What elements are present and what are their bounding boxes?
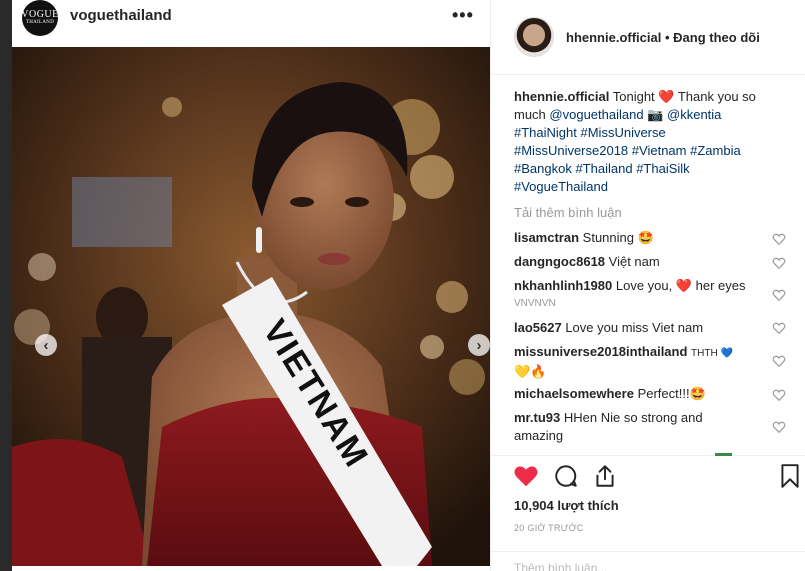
comment-username[interactable]: lao5627 <box>514 320 562 335</box>
post-caption: hhennie.official Tonight ❤️ Thank you so… <box>514 88 784 196</box>
hashtag-link[interactable]: #Bangkok <box>514 161 572 176</box>
hashtag-link[interactable]: #Thailand <box>575 161 632 176</box>
comment-item: lao5627 Love you miss Viet nam <box>514 319 774 337</box>
heart-emoji: ❤️ <box>658 89 675 104</box>
comment-subtext: VNVNVN <box>514 298 556 309</box>
comment-item: missuniverse2018inthailand THTH 💙 💛🔥 <box>514 343 774 379</box>
comment-text: Love you, ❤️ her eyes <box>615 278 746 293</box>
hashtag-link[interactable]: #ThaiNight <box>514 125 577 140</box>
comment-item: dangngoc8618 Việt nam <box>514 253 774 271</box>
comment-username[interactable]: mr.tu93 <box>514 410 560 425</box>
comment-username[interactable]: missuniverse2018inthailand <box>514 344 687 359</box>
comment-box-divider <box>491 551 805 552</box>
next-photo-button[interactable]: › <box>468 334 490 356</box>
hashtag-link[interactable]: #MissUniverse <box>581 125 666 140</box>
hashtag-link[interactable]: #ThaiSilk <box>636 161 689 176</box>
comment-bubble-icon[interactable] <box>553 463 579 489</box>
comment-item: michaelsomewhere Perfect!!!🤩 <box>514 385 774 403</box>
hashtag-link[interactable]: #Zambia <box>690 143 741 158</box>
heart-filled-icon[interactable] <box>513 463 539 489</box>
hashtag-link[interactable]: #Vietnam <box>632 143 687 158</box>
heart-outline-icon[interactable] <box>772 420 786 434</box>
add-comment-input[interactable]: Thêm bình luận... <box>514 561 607 571</box>
side-header-user-line: hhennie.official • Đang theo dõi <box>566 30 760 45</box>
comment-username[interactable]: michaelsomewhere <box>514 386 634 401</box>
post-photo[interactable]: VIETNAM ‹ › <box>12 47 490 566</box>
post-side-panel: hhennie.official • Đang theo dõi hhennie… <box>491 0 805 571</box>
comment-text: Perfect!!!🤩 <box>637 386 706 401</box>
likes-count[interactable]: 10,904 lượt thích <box>514 498 619 513</box>
profile-username[interactable]: hhennie.official <box>566 30 661 45</box>
post-header: VOGUE THAILAND voguethailand ••• <box>12 0 490 40</box>
heart-outline-icon[interactable] <box>772 321 786 335</box>
heart-outline-icon[interactable] <box>772 256 786 270</box>
camera-emoji: 📷 <box>647 107 664 122</box>
mention-link[interactable]: @kkentia <box>667 107 721 122</box>
avatar-logo-text: VOGUE <box>21 9 59 20</box>
comment-username[interactable]: dangngoc8618 <box>514 254 605 269</box>
caption-text: Tonight <box>612 89 655 104</box>
load-more-comments-button[interactable]: Tải thêm bình luận <box>514 205 622 220</box>
avatar-logo-subtext: THAILAND <box>25 20 55 25</box>
separator-dot: • <box>664 30 670 45</box>
background-edge <box>0 0 12 571</box>
actions-divider <box>491 455 805 456</box>
profile-avatar[interactable] <box>514 17 554 57</box>
comment-text: THTH 💙 <box>691 348 733 359</box>
mention-link[interactable]: @voguethailand <box>549 107 643 122</box>
bookmark-icon[interactable] <box>777 463 803 489</box>
vogue-avatar[interactable]: VOGUE THAILAND <box>21 0 59 36</box>
hashtag-link[interactable]: #VogueThailand <box>514 179 608 194</box>
previous-photo-button[interactable]: ‹ <box>35 334 57 356</box>
photo-illustration: VIETNAM <box>12 47 490 566</box>
heart-outline-icon[interactable] <box>772 232 786 246</box>
comment-username[interactable]: lisamctran <box>514 230 579 245</box>
following-button[interactable]: Đang theo dõi <box>673 30 760 45</box>
heart-outline-icon[interactable] <box>772 388 786 402</box>
scroll-indicator <box>715 453 732 456</box>
post-timestamp: 20 GIỜ TRƯỚC <box>514 523 584 533</box>
comment-text: Việt nam <box>608 254 660 269</box>
side-header: hhennie.official • Đang theo dõi <box>491 0 805 75</box>
comment-item: mr.tu93 HHen Nie so strong and amazing <box>514 409 734 445</box>
heart-outline-icon[interactable] <box>772 354 786 368</box>
comment-item: lisamctran Stunning 🤩 <box>514 229 774 247</box>
comment-text: Love you miss Viet nam <box>565 320 704 335</box>
comment-subtext: 💛🔥 <box>514 364 547 379</box>
share-icon[interactable] <box>592 463 618 489</box>
heart-outline-icon[interactable] <box>772 288 786 302</box>
comment-text: Stunning 🤩 <box>582 230 654 245</box>
post-author-username[interactable]: voguethailand <box>70 7 172 24</box>
comment-item: nkhanhlinh1980 Love you, ❤️ her eyes VNV… <box>514 277 774 311</box>
more-options-button[interactable]: ••• <box>452 5 474 26</box>
caption-username[interactable]: hhennie.official <box>514 89 609 104</box>
comment-username[interactable]: nkhanhlinh1980 <box>514 278 612 293</box>
hashtag-link[interactable]: #MissUniverse2018 <box>514 143 628 158</box>
